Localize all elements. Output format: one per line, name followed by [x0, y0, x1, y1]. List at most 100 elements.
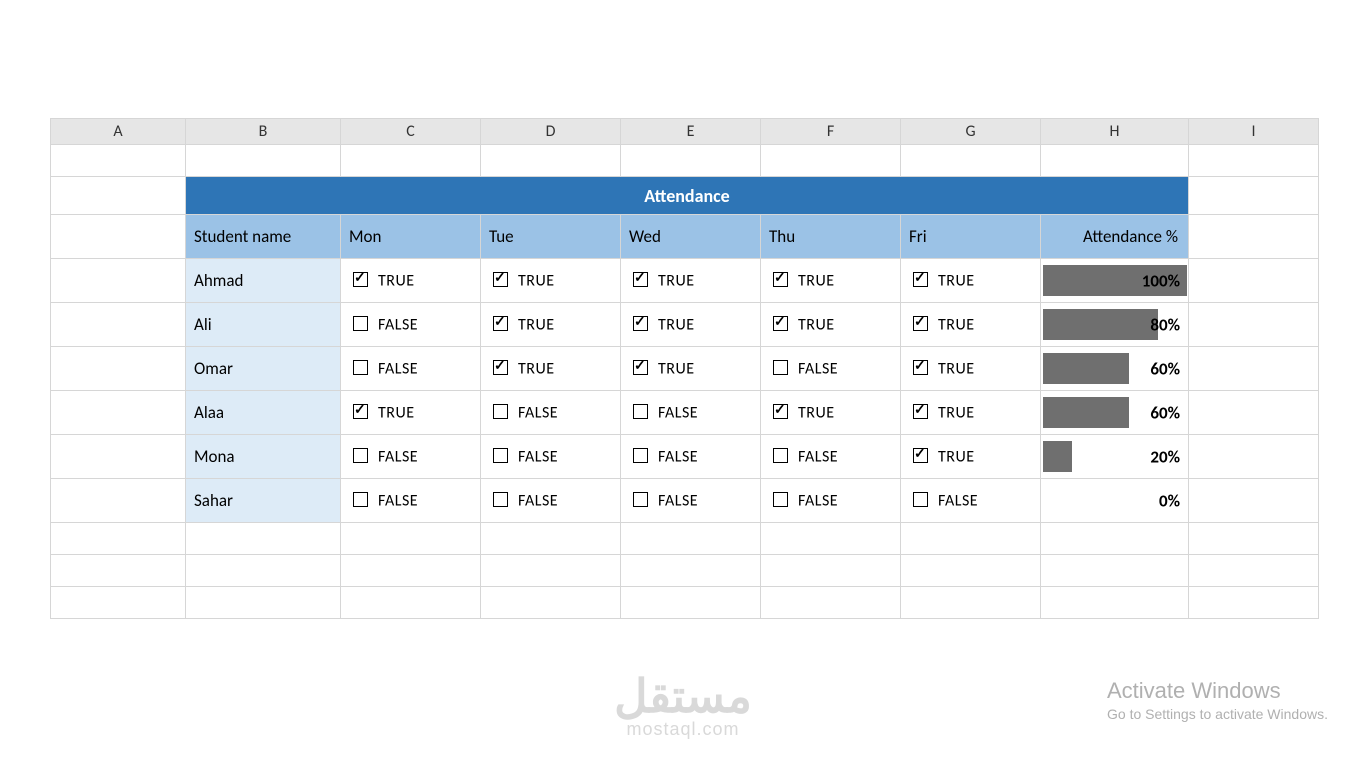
checkbox-checked-icon[interactable]	[633, 360, 648, 375]
checkbox-checked-icon[interactable]	[633, 272, 648, 287]
row-headers[interactable]: Student name Mon Tue Wed Thu Fri Attenda…	[51, 215, 1319, 259]
row-1[interactable]	[51, 145, 1319, 177]
col-header-a[interactable]: A	[51, 119, 186, 145]
attendance-cell[interactable]: FALSE	[341, 303, 481, 347]
checkbox-checked-icon[interactable]	[493, 272, 508, 287]
row-title[interactable]: Attendance	[51, 177, 1319, 215]
attendance-cell[interactable]: FALSE	[481, 391, 621, 435]
checkbox-unchecked-icon[interactable]	[353, 316, 368, 331]
attendance-cell[interactable]: TRUE	[481, 303, 621, 347]
attendance-cell[interactable]: TRUE	[621, 259, 761, 303]
attendance-cell[interactable]: TRUE	[901, 259, 1041, 303]
attendance-cell[interactable]: FALSE	[341, 435, 481, 479]
checkbox-checked-icon[interactable]	[913, 404, 928, 419]
attendance-value: FALSE	[658, 491, 698, 510]
table-row[interactable]: OmarFALSETRUETRUEFALSETRUE60%	[51, 347, 1319, 391]
attendance-cell[interactable]: TRUE	[621, 303, 761, 347]
checkbox-unchecked-icon[interactable]	[493, 492, 508, 507]
checkbox-checked-icon[interactable]	[353, 272, 368, 287]
col-header-e[interactable]: E	[621, 119, 761, 145]
spreadsheet-grid[interactable]: A B C D E F G H I Attendance Student nam…	[50, 118, 1319, 619]
attendance-percent-cell[interactable]: 0%	[1041, 479, 1189, 523]
checkbox-checked-icon[interactable]	[773, 404, 788, 419]
attendance-cell[interactable]: TRUE	[341, 259, 481, 303]
attendance-cell[interactable]: FALSE	[761, 479, 901, 523]
row-blank-3[interactable]	[51, 587, 1319, 619]
student-name-cell[interactable]: Sahar	[186, 479, 341, 523]
attendance-cell[interactable]: TRUE	[901, 391, 1041, 435]
checkbox-checked-icon[interactable]	[633, 316, 648, 331]
attendance-cell[interactable]: TRUE	[481, 347, 621, 391]
header-thu: Thu	[761, 215, 901, 259]
attendance-cell[interactable]: FALSE	[621, 435, 761, 479]
attendance-cell[interactable]: TRUE	[341, 391, 481, 435]
attendance-cell[interactable]: TRUE	[481, 259, 621, 303]
checkbox-unchecked-icon[interactable]	[913, 492, 928, 507]
attendance-cell[interactable]: TRUE	[761, 303, 901, 347]
column-header-row[interactable]: A B C D E F G H I	[51, 119, 1319, 145]
checkbox-unchecked-icon[interactable]	[773, 360, 788, 375]
col-header-g[interactable]: G	[901, 119, 1041, 145]
attendance-cell[interactable]: FALSE	[481, 479, 621, 523]
checkbox-checked-icon[interactable]	[913, 448, 928, 463]
checkbox-unchecked-icon[interactable]	[633, 448, 648, 463]
col-header-h[interactable]: H	[1041, 119, 1189, 145]
attendance-cell[interactable]: FALSE	[481, 435, 621, 479]
attendance-cell[interactable]: TRUE	[901, 303, 1041, 347]
attendance-cell[interactable]: FALSE	[761, 435, 901, 479]
checkbox-checked-icon[interactable]	[493, 360, 508, 375]
attendance-percent-value: 80%	[1150, 314, 1180, 335]
checkbox-unchecked-icon[interactable]	[773, 492, 788, 507]
student-name-cell[interactable]: Ahmad	[186, 259, 341, 303]
checkbox-checked-icon[interactable]	[913, 316, 928, 331]
attendance-cell[interactable]: FALSE	[621, 391, 761, 435]
table-row[interactable]: AliFALSETRUETRUETRUETRUE80%	[51, 303, 1319, 347]
attendance-cell[interactable]: FALSE	[761, 347, 901, 391]
student-name-cell[interactable]: Mona	[186, 435, 341, 479]
attendance-cell[interactable]: FALSE	[901, 479, 1041, 523]
row-blank-1[interactable]	[51, 523, 1319, 555]
attendance-percent-cell[interactable]: 80%	[1041, 303, 1189, 347]
checkbox-checked-icon[interactable]	[913, 272, 928, 287]
table-row[interactable]: SaharFALSEFALSEFALSEFALSEFALSE0%	[51, 479, 1319, 523]
attendance-cell[interactable]: FALSE	[341, 347, 481, 391]
table-row[interactable]: MonaFALSEFALSEFALSEFALSETRUE20%	[51, 435, 1319, 479]
attendance-cell[interactable]: TRUE	[621, 347, 761, 391]
attendance-value: TRUE	[658, 315, 695, 334]
col-header-b[interactable]: B	[186, 119, 341, 145]
checkbox-unchecked-icon[interactable]	[633, 404, 648, 419]
student-name-cell[interactable]: Omar	[186, 347, 341, 391]
table-row[interactable]: AlaaTRUEFALSEFALSETRUETRUE60%	[51, 391, 1319, 435]
checkbox-checked-icon[interactable]	[913, 360, 928, 375]
col-header-i[interactable]: I	[1189, 119, 1319, 145]
checkbox-unchecked-icon[interactable]	[353, 360, 368, 375]
checkbox-unchecked-icon[interactable]	[493, 404, 508, 419]
checkbox-checked-icon[interactable]	[493, 316, 508, 331]
attendance-cell[interactable]: TRUE	[761, 391, 901, 435]
attendance-cell[interactable]: FALSE	[341, 479, 481, 523]
checkbox-unchecked-icon[interactable]	[353, 448, 368, 463]
table-row[interactable]: AhmadTRUETRUETRUETRUETRUE100%	[51, 259, 1319, 303]
checkbox-unchecked-icon[interactable]	[493, 448, 508, 463]
checkbox-checked-icon[interactable]	[773, 272, 788, 287]
col-header-f[interactable]: F	[761, 119, 901, 145]
checkbox-unchecked-icon[interactable]	[353, 492, 368, 507]
attendance-percent-cell[interactable]: 20%	[1041, 435, 1189, 479]
attendance-cell[interactable]: TRUE	[761, 259, 901, 303]
col-header-c[interactable]: C	[341, 119, 481, 145]
attendance-cell[interactable]: TRUE	[901, 435, 1041, 479]
attendance-cell[interactable]: FALSE	[621, 479, 761, 523]
attendance-value: TRUE	[798, 403, 835, 422]
checkbox-checked-icon[interactable]	[353, 404, 368, 419]
student-name-cell[interactable]: Alaa	[186, 391, 341, 435]
checkbox-checked-icon[interactable]	[773, 316, 788, 331]
checkbox-unchecked-icon[interactable]	[773, 448, 788, 463]
attendance-cell[interactable]: TRUE	[901, 347, 1041, 391]
student-name-cell[interactable]: Ali	[186, 303, 341, 347]
attendance-percent-cell[interactable]: 60%	[1041, 391, 1189, 435]
checkbox-unchecked-icon[interactable]	[633, 492, 648, 507]
attendance-percent-cell[interactable]: 60%	[1041, 347, 1189, 391]
attendance-percent-cell[interactable]: 100%	[1041, 259, 1189, 303]
row-blank-2[interactable]	[51, 555, 1319, 587]
col-header-d[interactable]: D	[481, 119, 621, 145]
